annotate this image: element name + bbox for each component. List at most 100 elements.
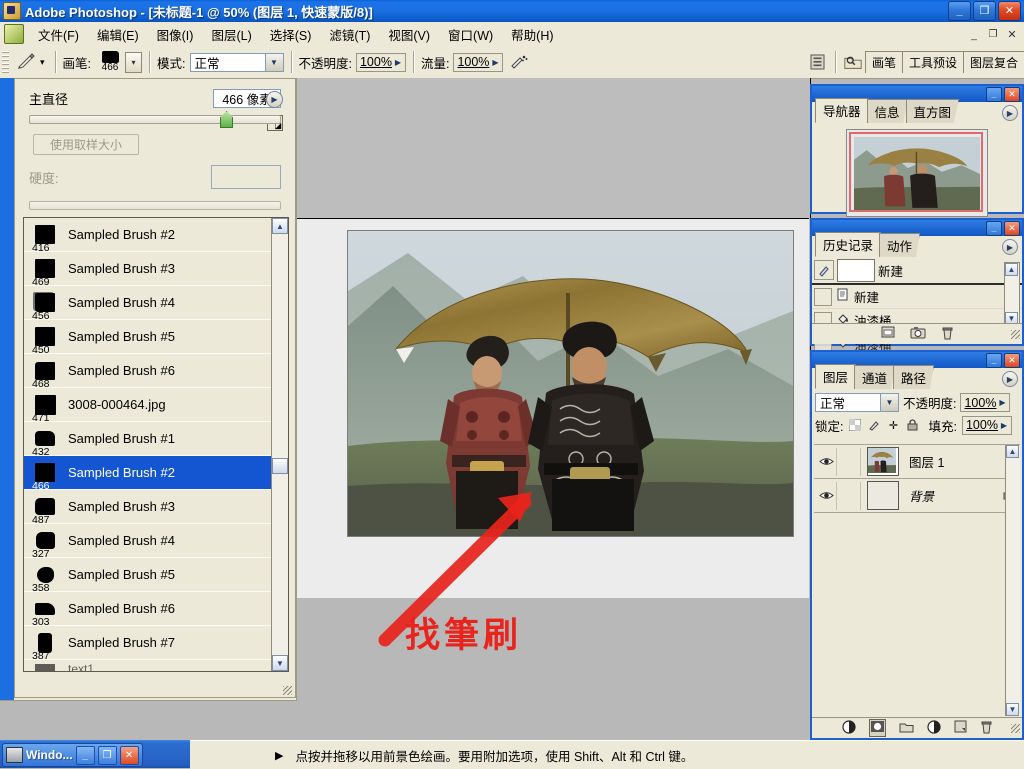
hardness-slider[interactable] [29,201,281,210]
menu-item-image[interactable]: 图像(I) [148,22,203,47]
new-snapshot-icon[interactable] [910,326,926,342]
scroll-up-button[interactable]: ▲ [1006,445,1019,458]
tab-channels[interactable]: 通道 [854,365,896,389]
list-item[interactable]: 358 Sampled Brush #5 [24,558,274,593]
use-sample-size-button[interactable]: 使用取样大小 [33,134,139,155]
chevron-down-icon[interactable]: ▼ [880,394,898,411]
layer-link-toggle[interactable] [840,481,861,510]
opacity-field[interactable]: 100% ▶ [355,52,406,72]
list-item-partial-bottom[interactable]: text1 [24,660,274,671]
layer-row[interactable]: 背景 [814,479,1020,513]
tab-histogram[interactable]: 直方图 [905,99,960,123]
list-item-selected[interactable]: 466 Sampled Brush #2 [24,456,274,491]
close-button[interactable]: ✕ [998,1,1021,21]
list-item[interactable]: 471 3008-000464.jpg [24,388,274,423]
tab-history[interactable]: 历史记录 [815,232,882,257]
restore-button[interactable]: ❐ [973,1,996,21]
new-document-icon[interactable] [881,326,895,342]
history-state-toggle[interactable] [814,287,832,306]
layer-mask-icon[interactable] [868,719,886,737]
tab-navigator[interactable]: 导航器 [815,98,869,123]
resize-grip[interactable] [1011,723,1020,733]
tab-layers[interactable]: 图层 [815,364,857,389]
adjustment-layer-icon[interactable] [926,719,941,737]
document-icon[interactable] [4,24,24,44]
resize-grip[interactable] [1011,329,1020,339]
menu-item-edit[interactable]: 编辑(E) [88,22,148,47]
history-scrollbar[interactable]: ▲ ▼ [1004,262,1020,326]
chevron-down-icon[interactable]: ▼ [264,53,283,71]
opacity-slider-arrow-icon[interactable]: ▶ [996,398,1008,407]
resize-grip[interactable] [283,686,292,695]
layer-opacity-field[interactable]: 100% ▶ [960,393,1011,412]
doc-minimize-button[interactable]: _ [966,27,982,41]
opacity-slider-arrow-icon[interactable]: ▶ [392,58,404,67]
history-close-button[interactable]: ✕ [1004,220,1020,236]
panel-menu-icon[interactable]: ▶ [1002,105,1018,121]
layers-close-button[interactable]: ✕ [1004,352,1020,368]
brush-preset-list[interactable]: 400 416 Sampled Brush #2 469 Sampled Bru… [23,217,289,672]
lock-image-icon[interactable] [867,418,881,432]
palette-well-icon[interactable] [808,52,828,72]
history-snapshot-row[interactable]: 新建 [812,257,1022,285]
taskbar-restore-button[interactable]: ❐ [97,745,117,765]
document-window[interactable] [296,78,811,599]
lock-transparent-icon[interactable] [848,418,862,432]
status-arrow-icon[interactable]: ▶ [275,749,283,762]
document-canvas-image[interactable] [347,230,794,537]
layers-scrollbar[interactable]: ▲ ▼ [1005,445,1020,716]
hardness-input[interactable] [211,165,281,189]
layer-style-icon[interactable] [841,719,856,737]
brush-picker-dropdown[interactable]: ▾ [125,51,143,73]
tab-info[interactable]: 信息 [866,99,908,123]
list-item[interactable]: 456 Sampled Brush #4 [24,286,274,321]
tab-paths[interactable]: 路径 [893,365,935,389]
menu-item-view[interactable]: 视图(V) [379,22,439,47]
menu-item-help[interactable]: 帮助(H) [502,22,562,47]
menu-item-select[interactable]: 选择(S) [261,22,321,47]
list-item[interactable]: 469 Sampled Brush #3 [24,252,274,287]
master-diameter-slider[interactable] [29,111,281,128]
list-item[interactable]: 468 Sampled Brush #6 [24,354,274,389]
navigator-thumbnail-area[interactable] [846,129,988,217]
tool-preset-caret-icon[interactable]: ▾ [40,57,45,68]
layer-blend-mode-select[interactable]: 正常 ▼ [815,393,899,412]
menu-item-filter[interactable]: 滤镜(T) [320,22,379,47]
list-item[interactable]: 450 Sampled Brush #5 [24,320,274,355]
history-brush-icon[interactable] [814,260,834,280]
doc-close-button[interactable]: ✕ [1004,27,1020,41]
tab-actions[interactable]: 动作 [879,233,921,257]
menu-item-window[interactable]: 窗口(W) [439,22,502,47]
scroll-down-button[interactable]: ▼ [1006,703,1019,716]
navigator-close-button[interactable]: ✕ [1004,86,1020,102]
lock-position-icon[interactable]: ✛ [886,418,900,432]
current-tool-selector[interactable]: ▾ [12,51,48,74]
panel-menu-icon[interactable]: ▶ [1002,371,1018,387]
taskbar-minimize-button[interactable]: _ [75,745,95,765]
options-bar-grip[interactable] [2,51,9,73]
panel-menu-icon[interactable]: ▶ [266,91,283,108]
well-tab-brushes[interactable]: 画笔 [864,51,903,73]
taskbar-close-button[interactable]: ✕ [119,745,139,765]
history-minimize-button[interactable]: _ [986,220,1002,236]
new-group-icon[interactable] [899,721,914,736]
brush-list-scrollbar[interactable]: ▲ ▼ [271,218,288,671]
new-layer-icon[interactable] [954,720,967,736]
doc-restore-button[interactable]: ❐ [985,27,1001,41]
slider-knob[interactable] [220,111,233,128]
navigator-view-box[interactable] [849,132,983,212]
flow-field[interactable]: 100% ▶ [453,52,504,72]
panel-menu-icon[interactable]: ▶ [1002,239,1018,255]
flow-slider-arrow-icon[interactable]: ▶ [489,58,501,67]
well-tab-tool-presets[interactable]: 工具预设 [901,51,964,73]
menu-item-file[interactable]: 文件(F) [29,22,88,47]
menu-item-layer[interactable]: 图层(L) [202,22,260,47]
delete-layer-icon[interactable] [980,720,993,737]
taskbar-window-button[interactable]: Windo... _ ❐ ✕ [2,743,143,767]
list-item[interactable]: 432 Sampled Brush #1 [24,422,274,457]
airbrush-icon[interactable] [509,52,529,72]
layer-link-toggle[interactable] [840,447,861,476]
layer-row-selected[interactable]: 图层 1 [814,445,1020,479]
list-item[interactable]: 416 Sampled Brush #2 [24,218,274,253]
scroll-up-button[interactable]: ▲ [1005,263,1018,276]
